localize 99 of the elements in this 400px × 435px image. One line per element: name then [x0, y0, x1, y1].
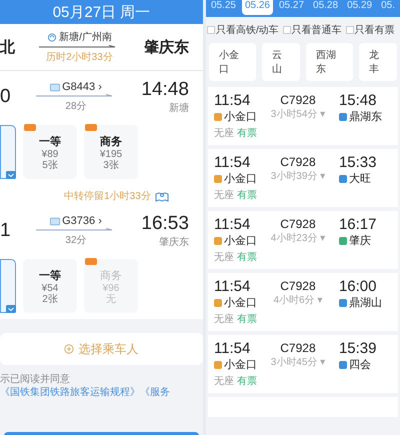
- departure-time: 11:54: [214, 340, 252, 357]
- departure-station: 小金口: [224, 110, 257, 124]
- filter-checkbox[interactable]: 只看普通车: [282, 23, 342, 37]
- arrival-station: 肇庆: [348, 234, 371, 248]
- filter-checkbox[interactable]: 只看有票: [346, 23, 395, 37]
- filter-label: 只看普通车: [292, 24, 342, 37]
- train-number[interactable]: G3736 ›: [62, 215, 102, 227]
- train-number: C7928: [280, 340, 316, 356]
- check-icon: [6, 305, 16, 313]
- start-station-icon: [214, 174, 222, 182]
- arrival-station: 大旺: [348, 172, 371, 186]
- seat-option[interactable]: 一等 ¥89 5张: [23, 125, 77, 179]
- station-chip[interactable]: 龙丰: [358, 43, 397, 81]
- arrival-station: 新塘: [168, 102, 189, 115]
- seat-option[interactable]: 商务 ¥195 3张: [84, 125, 138, 179]
- transfer-icon: [47, 32, 58, 42]
- seat-option[interactable]: [0, 259, 16, 313]
- seat-class: 一等: [39, 134, 61, 148]
- total-duration: 历时2小时33分: [46, 50, 113, 64]
- train-number: C7928: [280, 92, 316, 108]
- transfer-station: 新塘/广州南: [59, 30, 112, 44]
- seat-option[interactable]: 一等 ¥54 2张: [23, 259, 77, 313]
- train-card[interactable]: 11:54 小金口 C7928 3小时45分 ▾ 15:39 四会 无座 有票: [208, 335, 398, 393]
- check-icon: [6, 171, 16, 179]
- arrival-station: 鼎湖东: [348, 110, 382, 124]
- arrival-time: 16:53: [141, 213, 189, 235]
- ticket-status: 有票: [236, 313, 257, 326]
- train-number[interactable]: G8443 ›: [62, 81, 102, 93]
- seat-class: 商务: [100, 134, 122, 148]
- arrival-time: 15:48: [338, 92, 378, 109]
- agreement-text: 示已阅读并同意 《国铁集团铁路旅客运输规程》《服务: [0, 373, 171, 399]
- ticket-status: 有票: [236, 127, 257, 140]
- station-chip[interactable]: 云山: [262, 43, 300, 81]
- seat-price: ¥96: [102, 282, 120, 294]
- seat-class: 商务: [100, 268, 122, 282]
- start-station-icon: [214, 236, 222, 244]
- arrival-station: 四会: [348, 358, 371, 372]
- filter-checkbox[interactable]: 只看高铁/动车: [206, 23, 279, 37]
- train-icon: [50, 82, 60, 92]
- departure-time: 1: [0, 220, 11, 242]
- start-station-icon: [214, 112, 222, 120]
- train-number: C7928: [280, 216, 316, 232]
- arrival-station: 肇庆东: [158, 236, 189, 249]
- train-number: C7928: [280, 278, 316, 294]
- start-station-icon: [214, 298, 222, 306]
- ticket-status: 有票: [236, 189, 257, 202]
- transfer-wait: 中转停留1小时33分: [64, 190, 151, 203]
- filter-label: 只看有票: [354, 24, 395, 37]
- train-card[interactable]: 11:54 小金口 C7928 4小时23分 ▾ 16:17 肇庆 无座 有票: [208, 211, 398, 269]
- start-station-icon: [214, 360, 222, 368]
- seat-class: 一等: [39, 268, 61, 282]
- seat-count: 5张: [42, 160, 58, 170]
- plus-icon: [64, 344, 74, 354]
- seat-count: 无: [106, 294, 116, 304]
- seat-type: 无座: [214, 126, 234, 140]
- seat-type: 无座: [214, 312, 234, 326]
- ticket-status: 有票: [236, 251, 257, 264]
- train-number: C7928: [280, 154, 316, 170]
- filter-label: 只看高铁/动车: [216, 24, 279, 37]
- seat-type: 无座: [214, 374, 234, 388]
- departure-time: 11:54: [214, 278, 252, 295]
- train-icon: [50, 216, 60, 226]
- departure-time: 11:54: [214, 154, 252, 171]
- station-chip[interactable]: 小金口: [208, 43, 256, 81]
- seat-price: ¥54: [42, 282, 58, 294]
- seat-type: 无座: [214, 250, 234, 264]
- leg-duration: 28分: [65, 100, 87, 113]
- leg-duration: 32分: [65, 234, 87, 247]
- departure-time: 0: [0, 86, 11, 108]
- departure-station: 小金口: [224, 358, 257, 372]
- arrival-time: 16:00: [338, 278, 378, 295]
- departure-station: 小金口: [224, 172, 257, 186]
- arrival-time: 15:33: [338, 154, 376, 171]
- departure-time: 11:54: [214, 92, 252, 109]
- checkbox[interactable]: [206, 26, 215, 34]
- ticket-status: 有票: [236, 375, 257, 388]
- date-title: 05月27日 周一: [52, 2, 150, 22]
- checkbox[interactable]: [282, 26, 291, 34]
- departure-station: 小金口: [224, 296, 257, 310]
- seat-price: ¥195: [100, 148, 122, 160]
- arrival-station: 鼎湖山: [348, 296, 382, 310]
- seat-price: ¥89: [42, 148, 58, 160]
- train-card[interactable]: 11:54 小金口 C7928 4小时6分 ▾ 16:00 鼎湖山 无座 有票: [208, 273, 398, 331]
- map-pin-icon: [154, 190, 169, 202]
- seat-type: 无座: [214, 188, 234, 202]
- destination-station: 肇庆东: [144, 38, 189, 56]
- station-chip[interactable]: 西湖东: [306, 43, 353, 81]
- origin-station: 北: [0, 38, 15, 56]
- departure-station: 小金口: [224, 234, 257, 248]
- train-card[interactable]: 11:54 小金口 C7928 3小时54分 ▾ 15:48 鼎湖东 无座 有票: [208, 87, 398, 145]
- seat-count: 2张: [42, 294, 58, 304]
- arrival-time: 14:48: [141, 79, 189, 101]
- arrival-time: 15:39: [338, 340, 376, 357]
- seat-option[interactable]: [0, 125, 16, 179]
- departure-time: 11:54: [214, 216, 252, 233]
- train-card[interactable]: 11:54 小金口 C7928 3小时39分 ▾ 15:33 大旺 无座 有票: [208, 149, 398, 207]
- seat-count: 3张: [103, 160, 119, 170]
- checkbox[interactable]: [346, 26, 354, 34]
- arrival-time: 16:17: [338, 216, 376, 233]
